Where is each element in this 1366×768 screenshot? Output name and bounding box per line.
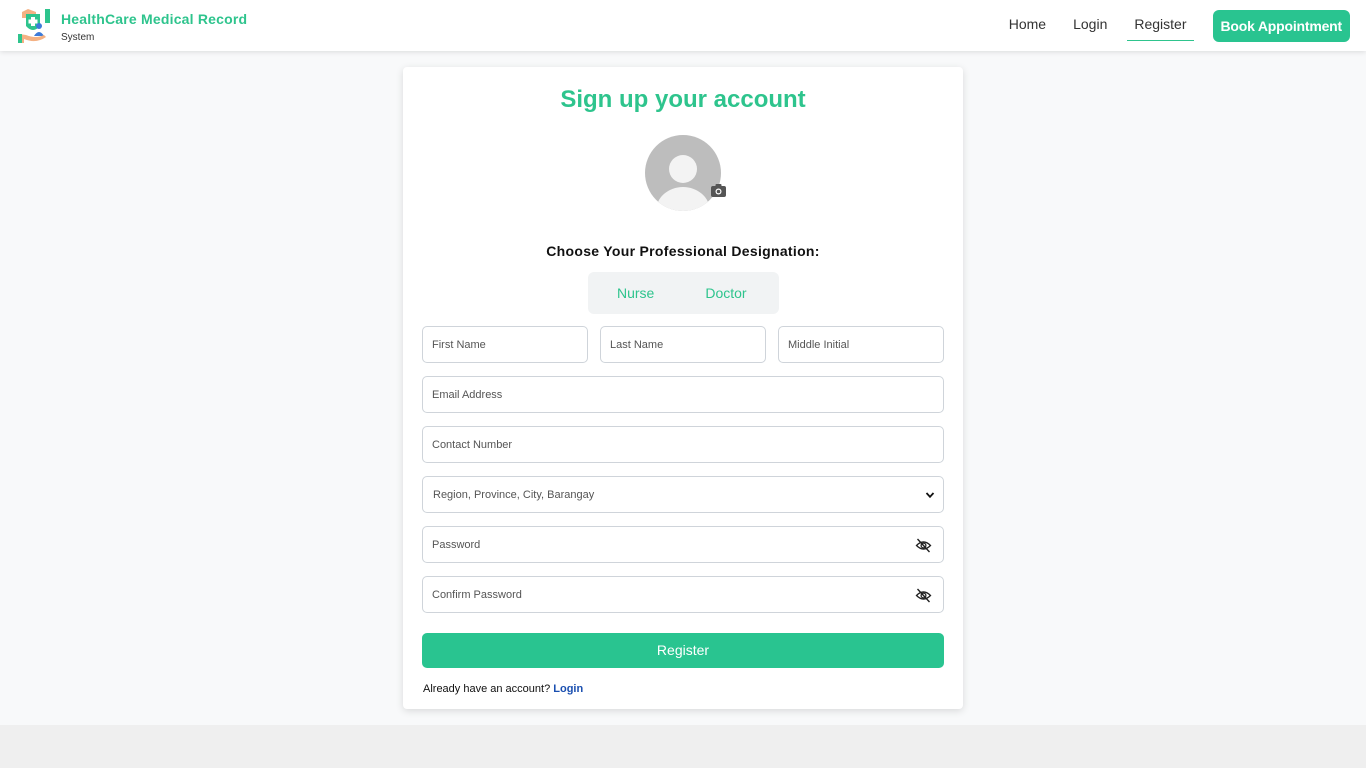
nav-link-home[interactable]: Home	[1002, 10, 1053, 42]
brand[interactable]: HealthCare Medical Record System	[16, 6, 247, 44]
chevron-down-icon	[925, 492, 935, 499]
designation-doctor-button[interactable]: Doctor	[705, 285, 746, 301]
middle-initial-field	[778, 326, 944, 363]
first-name-field	[422, 326, 588, 363]
camera-icon[interactable]	[711, 183, 726, 197]
confirm-password-field	[422, 576, 944, 613]
nav-link-register[interactable]: Register	[1127, 10, 1194, 41]
brand-subtitle: System	[61, 32, 95, 43]
page-title: Sign up your account	[560, 86, 806, 113]
nav-link-login[interactable]: Login	[1066, 10, 1114, 42]
password-input[interactable]	[423, 527, 943, 562]
login-prompt-text: Already have an account?	[423, 683, 551, 695]
user-avatar-icon	[656, 155, 710, 211]
eye-slash-icon[interactable]	[915, 587, 932, 604]
register-button[interactable]: Register	[422, 633, 944, 668]
login-link[interactable]: Login	[553, 683, 583, 695]
address-select[interactable]: Region, Province, City, Barangay	[422, 476, 944, 513]
top-navbar: HealthCare Medical Record System Home Lo…	[0, 0, 1366, 51]
book-appointment-button[interactable]: Book Appointment	[1212, 9, 1350, 42]
middle-initial-input[interactable]	[779, 327, 943, 362]
email-field	[422, 376, 944, 413]
designation-label: Choose Your Professional Designation:	[546, 243, 820, 259]
confirm-password-input[interactable]	[423, 577, 943, 612]
signup-card: Sign up your account Choose Your Profess…	[403, 67, 963, 709]
eye-slash-icon[interactable]	[915, 537, 932, 554]
hospital-logo-icon	[18, 9, 50, 43]
contact-field	[422, 426, 944, 463]
first-name-input[interactable]	[423, 327, 587, 362]
address-select-value: Region, Province, City, Barangay	[433, 489, 595, 501]
designation-toggle: Nurse Doctor	[588, 272, 779, 314]
last-name-field	[600, 326, 766, 363]
contact-number-input[interactable]	[423, 427, 943, 462]
password-field	[422, 526, 944, 563]
login-prompt: Already have an account? Login	[423, 683, 583, 695]
profile-photo-avatar[interactable]	[645, 135, 721, 211]
nav-links: Home Login Register Book Appointment	[989, 0, 1350, 51]
brand-title: HealthCare Medical Record	[61, 11, 248, 27]
designation-nurse-button[interactable]: Nurse	[617, 285, 654, 301]
last-name-input[interactable]	[601, 327, 765, 362]
email-input[interactable]	[423, 377, 943, 412]
